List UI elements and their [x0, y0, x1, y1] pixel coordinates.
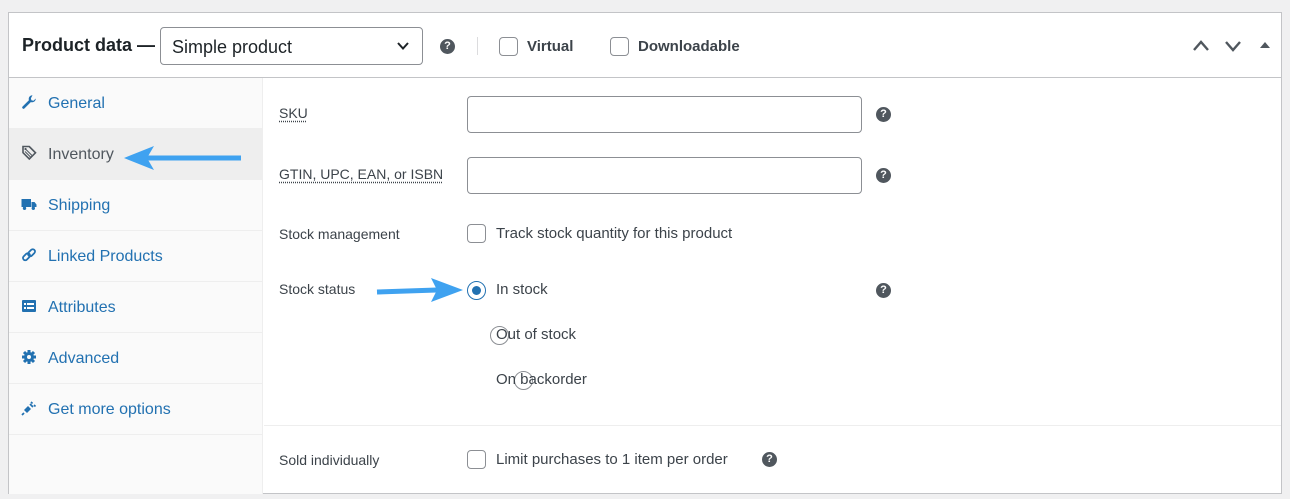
header-separator: [477, 37, 478, 55]
tab-attributes[interactable]: Attributes: [9, 282, 263, 333]
product-type-select[interactable]: Simple product: [160, 27, 423, 65]
track-stock-checkbox[interactable]: [467, 224, 486, 243]
collapse-toggle-icon[interactable]: [1258, 39, 1272, 51]
sold-individually-option-label[interactable]: Limit purchases to 1 item per order: [496, 451, 728, 468]
radio-in-stock[interactable]: [467, 281, 486, 300]
product-data-header: Product data — Simple product ? Virtual …: [9, 13, 1281, 78]
tab-label: Advanced: [48, 350, 120, 367]
tab-linked-products[interactable]: Linked Products: [9, 231, 263, 282]
tab-get-more-options[interactable]: Get more options: [9, 384, 263, 435]
virtual-label[interactable]: Virtual: [527, 38, 573, 55]
on-backorder-label[interactable]: On backorder: [496, 371, 587, 388]
gtin-help-icon[interactable]: ?: [876, 168, 891, 183]
tab-label: General: [48, 95, 105, 112]
tag-icon: [22, 145, 37, 161]
product-type-value: Simple product: [172, 37, 293, 57]
gtin-label: GTIN, UPC, EAN, or ISBN: [279, 166, 444, 182]
product-data-panel: Product data — Simple product ? Virtual …: [8, 12, 1282, 494]
gear-icon: [22, 350, 36, 364]
sold-individually-help-icon[interactable]: ?: [762, 452, 777, 467]
product-type-help-icon[interactable]: ?: [440, 39, 455, 54]
move-down-icon[interactable]: [1223, 37, 1243, 55]
plugin-icon: [21, 401, 37, 416]
track-stock-option-label[interactable]: Track stock quantity for this product: [496, 225, 732, 242]
sku-label: SKU: [279, 105, 308, 121]
tab-general[interactable]: General: [9, 78, 263, 129]
sold-individually-label: Sold individually: [279, 452, 380, 468]
stock-status-help-icon[interactable]: ?: [876, 283, 891, 298]
downloadable-checkbox[interactable]: [610, 37, 629, 56]
section-divider: [264, 425, 1281, 426]
product-data-tabs: General Inventory Shipping Linked Produc…: [9, 78, 263, 494]
sku-help-icon[interactable]: ?: [876, 107, 891, 122]
sku-input[interactable]: [467, 96, 862, 133]
downloadable-label[interactable]: Downloadable: [638, 38, 740, 55]
tab-label: Get more options: [48, 401, 171, 418]
move-up-icon[interactable]: [1191, 37, 1211, 55]
tab-shipping[interactable]: Shipping: [9, 180, 263, 231]
annotation-arrow-inventory: [124, 146, 241, 170]
in-stock-label[interactable]: In stock: [496, 281, 548, 298]
virtual-checkbox[interactable]: [499, 37, 518, 56]
stock-management-label: Stock management: [279, 226, 400, 242]
annotation-arrow-stock-status: [376, 278, 463, 302]
gtin-input[interactable]: [467, 157, 862, 194]
truck-icon: [21, 199, 37, 210]
tab-label: Inventory: [48, 146, 114, 163]
stock-status-label: Stock status: [279, 281, 356, 297]
tab-label: Attributes: [48, 299, 116, 316]
sold-individually-checkbox[interactable]: [467, 450, 486, 469]
tab-label: Shipping: [48, 197, 111, 214]
tab-advanced[interactable]: Advanced: [9, 333, 263, 384]
list-icon: [22, 300, 36, 312]
out-of-stock-label[interactable]: Out of stock: [496, 326, 576, 343]
link-icon: [22, 248, 36, 262]
chevron-down-icon: [397, 42, 409, 50]
tab-label: Linked Products: [48, 248, 163, 265]
wrench-icon: [22, 95, 36, 109]
panel-title: Product data —: [22, 35, 156, 55]
